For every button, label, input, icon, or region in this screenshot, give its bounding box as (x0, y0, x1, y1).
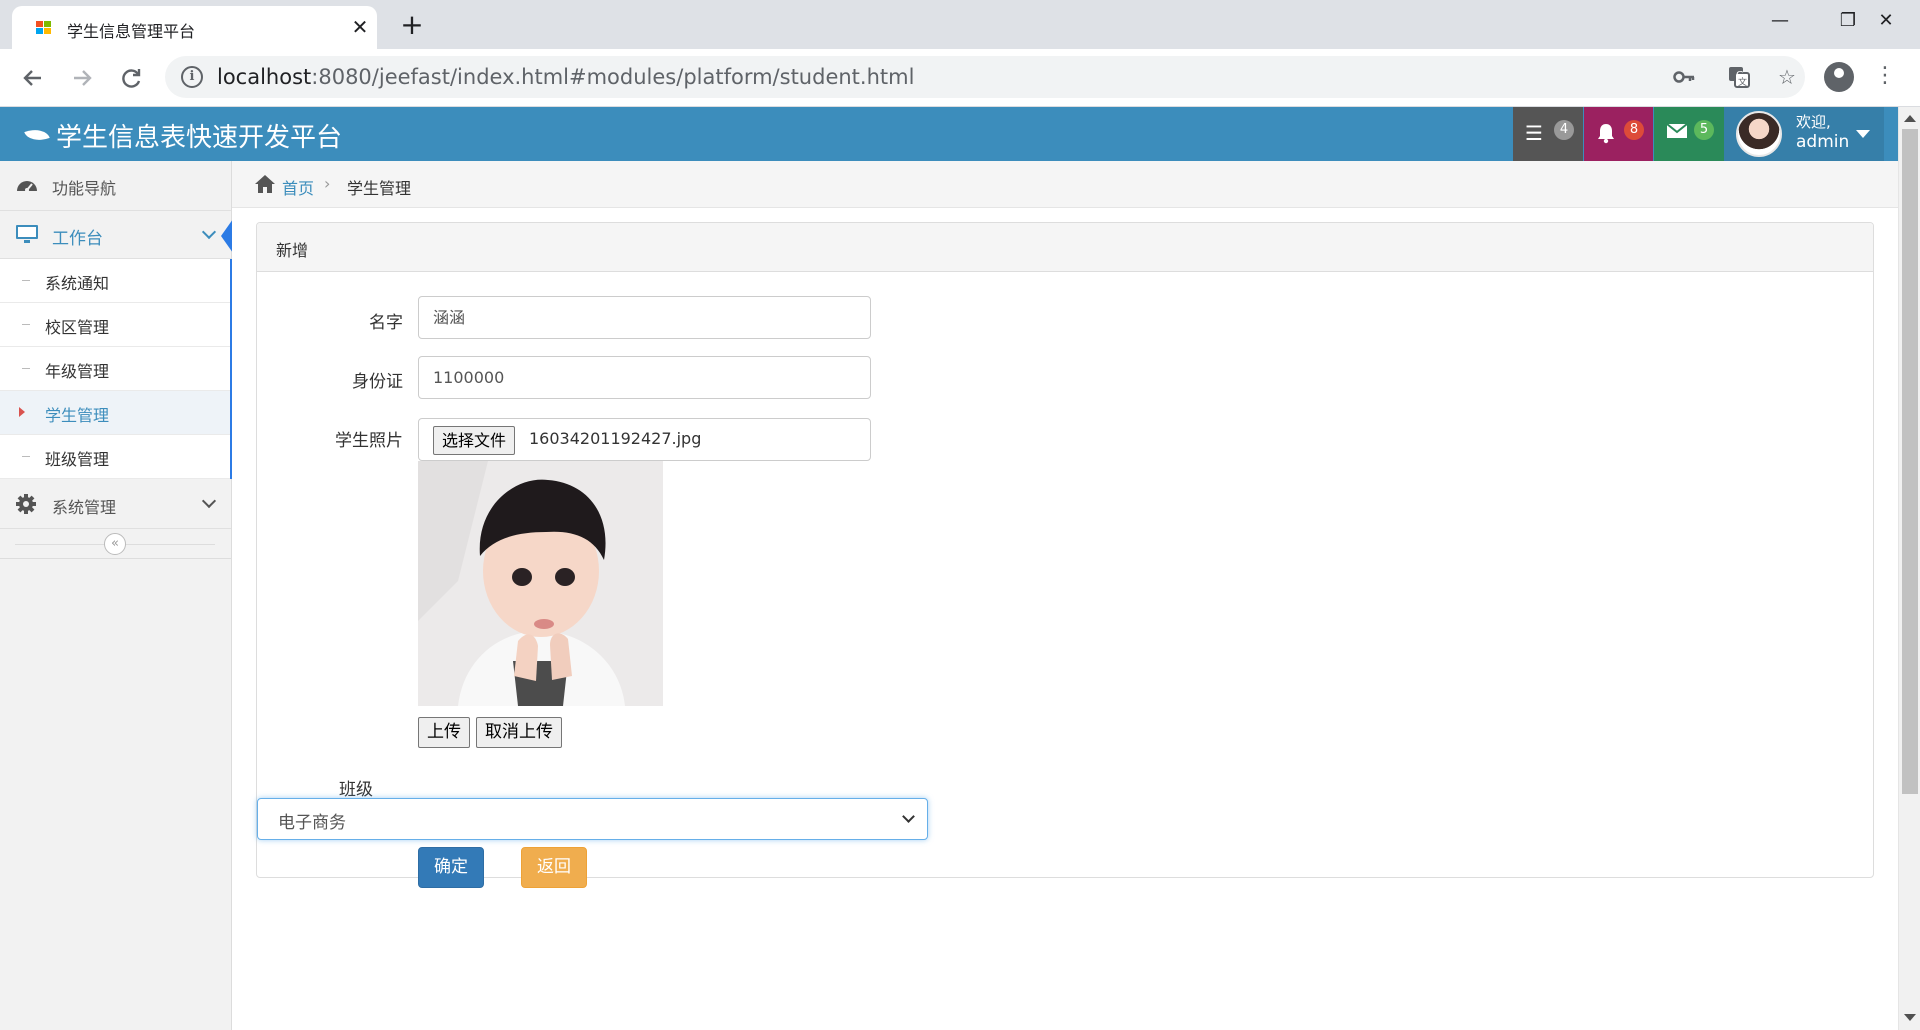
sidebar-item-label: 校区管理 (45, 318, 110, 337)
key-icon[interactable] (1671, 64, 1697, 90)
browser-toolbar: i localhost:8080/jeefast/index.html#modu… (0, 49, 1920, 107)
tab-title: 学生信息管理平台 (67, 22, 196, 41)
site-info-icon[interactable]: i (181, 66, 203, 88)
photo-label: 学生照片 (335, 431, 403, 451)
breadcrumb-current: 学生管理 (347, 179, 412, 198)
sidebar-item-notices[interactable]: 系统通知 (0, 259, 230, 303)
file-name: 16034201192427.jpg (529, 429, 702, 448)
app-logo[interactable]: 学生信息表快速开发平台 (24, 117, 343, 154)
tasks-button[interactable]: ☰ 4 (1513, 107, 1583, 161)
forward-arrow-icon[interactable] (65, 61, 99, 95)
sidebar-item-label: 班级管理 (45, 450, 110, 469)
caret-down-icon (1856, 130, 1870, 138)
class-select-value: 电子商务 (278, 813, 346, 833)
messages-badge: 5 (1694, 120, 1714, 140)
sidebar-item-label: 年级管理 (45, 362, 110, 381)
scroll-up-icon[interactable] (1904, 115, 1916, 122)
app-header: 学生信息表快速开发平台 ☰ 4 8 5 欢迎, admin (0, 107, 1898, 161)
collapse-sidebar-button[interactable]: « (104, 533, 126, 555)
upload-button[interactable]: 上传 (418, 717, 470, 748)
student-photo (418, 461, 663, 706)
sidebar-item-label: 系统管理 (52, 498, 117, 517)
address-bar[interactable]: i localhost:8080/jeefast/index.html#modu… (165, 56, 1805, 98)
back-button[interactable]: 返回 (521, 847, 587, 888)
browser-tab[interactable]: 学生信息管理平台 ✕ (12, 6, 377, 49)
more-menu-icon[interactable]: ⋮ (1874, 61, 1896, 93)
translate-icon[interactable]: G文 (1726, 64, 1752, 90)
sidebar-item-students[interactable]: 学生管理 (0, 391, 230, 435)
sidebar-item-label: 工作台 (52, 229, 103, 249)
tasks-icon: ☰ (1525, 121, 1543, 145)
sidebar-item-label: 系统通知 (45, 274, 110, 293)
home-icon (254, 174, 276, 197)
id-card-label: 身份证 (352, 372, 403, 392)
envelope-icon (1666, 122, 1688, 144)
sidebar-item-workbench[interactable]: 工作台 (0, 211, 233, 259)
workbench-submenu: 系统通知 校区管理 年级管理 学生管理 班级管理 (0, 259, 232, 479)
avatar (1736, 111, 1782, 157)
active-arrow-icon (19, 407, 25, 417)
breadcrumb: 首页 › 学生管理 (232, 161, 1898, 208)
leaf-icon (24, 124, 50, 146)
bookmark-star-icon[interactable]: ☆ (1774, 64, 1800, 90)
sidebar-item-campus[interactable]: 校区管理 (0, 303, 230, 347)
svg-text:文: 文 (1738, 76, 1747, 88)
app-title: 学生信息表快速开发平台 (56, 123, 343, 153)
sidebar-item-class[interactable]: 班级管理 (0, 435, 230, 479)
new-tab-button[interactable]: + (396, 10, 428, 42)
name-label: 名字 (369, 313, 403, 333)
panel-heading: 新增 (257, 223, 1873, 272)
bell-icon (1596, 122, 1616, 148)
gear-icon (15, 493, 37, 520)
user-menu[interactable]: 欢迎, admin (1724, 107, 1884, 161)
messages-button[interactable]: 5 (1654, 107, 1724, 161)
chevron-down-icon (201, 493, 217, 509)
page-scrollbar[interactable] (1898, 107, 1920, 1030)
notifications-button[interactable]: 8 (1584, 107, 1653, 161)
windows-logo-icon (36, 21, 51, 34)
sidebar-item-nav[interactable]: 功能导航 (0, 161, 231, 211)
scrollbar-thumb[interactable] (1902, 129, 1918, 794)
breadcrumb-home-link[interactable]: 首页 (282, 175, 314, 199)
panel-title: 新增 (276, 241, 309, 260)
dashboard-icon (15, 174, 39, 199)
sidebar-item-label: 学生管理 (45, 406, 110, 425)
back-arrow-icon[interactable] (16, 61, 50, 95)
sidebar-item-label: 功能导航 (52, 179, 117, 198)
monitor-icon (15, 223, 39, 250)
sidebar-item-grade[interactable]: 年级管理 (0, 347, 230, 391)
photo-file-input[interactable]: 选择文件 16034201192427.jpg (418, 418, 871, 461)
add-student-panel: 新增 名字 涵涵 身份证 1100000 学生照片 选择文件 160342011… (256, 222, 1874, 888)
sidebar-item-system[interactable]: 系统管理 (0, 479, 231, 529)
cancel-upload-button[interactable]: 取消上传 (476, 717, 562, 748)
breadcrumb-separator: › (324, 174, 331, 193)
welcome-text: 欢迎, (1796, 113, 1831, 131)
sidebar: 功能导航 工作台 系统通知 校区管理 年级管理 学生管理 班级管理 系统管理 « (0, 161, 233, 1030)
chevron-down-icon (902, 810, 915, 823)
chevron-down-icon (201, 224, 217, 240)
profile-icon[interactable] (1824, 62, 1854, 92)
url-text[interactable]: localhost:8080/jeefast/index.html#module… (217, 65, 914, 89)
close-window-button[interactable]: ✕ (1852, 0, 1920, 44)
choose-file-button[interactable]: 选择文件 (433, 426, 516, 455)
username: admin (1796, 132, 1850, 152)
class-label: 班级 (339, 780, 373, 800)
name-field[interactable]: 涵涵 (418, 296, 871, 339)
notifications-badge: 8 (1624, 120, 1644, 140)
browser-tab-bar: 学生信息管理平台 ✕ + — ❐ ✕ (0, 0, 1920, 49)
reload-icon[interactable] (114, 61, 148, 95)
main-content: 首页 › 学生管理 新增 名字 涵涵 身份证 1100000 学生照片 选择文件… (232, 161, 1898, 1030)
minimize-window-button[interactable]: — (1746, 0, 1814, 44)
close-tab-icon[interactable]: ✕ (347, 14, 373, 40)
confirm-button[interactable]: 确定 (418, 847, 484, 888)
id-card-field[interactable]: 1100000 (418, 356, 871, 399)
scroll-down-icon[interactable] (1904, 1014, 1916, 1021)
tasks-badge: 4 (1554, 120, 1574, 140)
class-select[interactable]: 电子商务 (257, 798, 928, 840)
